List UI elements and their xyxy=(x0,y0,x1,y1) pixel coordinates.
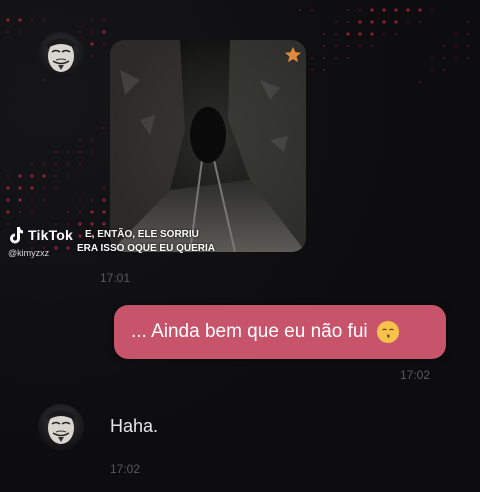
sent-message-text: ... Ainda bem que eu não fui xyxy=(131,321,368,342)
sent-message-bubble[interactable]: ... Ainda bem que eu não fui xyxy=(114,305,446,359)
tiktok-logo-icon xyxy=(10,227,23,244)
tunnel-photo[interactable] xyxy=(110,40,306,252)
caption-line-2: ERA ISSO OQUE EU QUERIA xyxy=(77,243,215,254)
message-timestamp: 17:02 xyxy=(110,462,141,476)
kissing-face-icon xyxy=(376,321,399,343)
message-timestamp: 17:02 xyxy=(400,368,431,382)
tiktok-handle: @kimyzxz xyxy=(8,248,50,258)
tiktok-watermark: TikTok @kimyzxz xyxy=(8,226,73,258)
received-message-text[interactable]: Haha. xyxy=(110,416,158,437)
tiktok-brand: TikTok xyxy=(28,227,74,243)
anonymous-mask-icon xyxy=(46,38,76,72)
sender-avatar[interactable] xyxy=(38,32,84,78)
caption-line-1: E, ENTÃO, ELE SORRIU xyxy=(85,229,199,240)
anonymous-mask-icon xyxy=(46,410,76,444)
chat-screen: TikTok @kimyzxz E, ENTÃO, ELE SORRIU ERA… xyxy=(0,0,480,492)
message-timestamp: 17:01 xyxy=(100,271,131,285)
star-icon[interactable] xyxy=(284,46,302,64)
sender-avatar[interactable] xyxy=(38,404,84,450)
video-caption: E, ENTÃO, ELE SORRIU ERA ISSO OQUE EU QU… xyxy=(77,228,215,256)
